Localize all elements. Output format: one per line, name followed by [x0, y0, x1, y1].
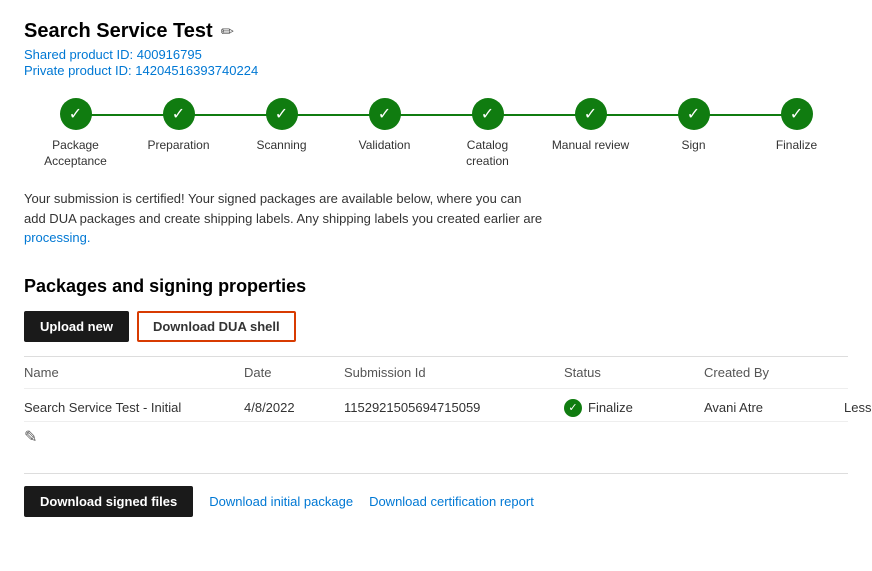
- step-label-0: Package Acceptance: [44, 138, 107, 169]
- row-name: Search Service Test - Initial: [24, 400, 244, 415]
- packages-table: Name Date Submission Id Status Created B…: [24, 356, 848, 457]
- step-label-1: Preparation: [147, 138, 209, 154]
- step-circle-0: ✓: [60, 98, 92, 130]
- step-label-7: Finalize: [776, 138, 817, 154]
- step-circle-2: ✓: [266, 98, 298, 130]
- step-5: ✓ Manual review: [539, 98, 642, 154]
- step-6: ✓ Sign: [642, 98, 745, 154]
- col-submission-id: Submission Id: [344, 365, 564, 380]
- col-status: Status: [564, 365, 704, 380]
- download-signed-button[interactable]: Download signed files: [24, 486, 193, 517]
- step-circle-1: ✓: [163, 98, 195, 130]
- upload-new-button[interactable]: Upload new: [24, 311, 129, 342]
- step-7: ✓ Finalize: [745, 98, 848, 154]
- step-label-5: Manual review: [552, 138, 629, 154]
- step-1: ✓ Preparation: [127, 98, 230, 154]
- step-0: ✓ Package Acceptance: [24, 98, 127, 169]
- page-title: Search Service Test: [24, 20, 213, 43]
- footer-buttons: Download signed files Download initial p…: [24, 473, 848, 517]
- row-date: 4/8/2022: [244, 400, 344, 415]
- download-dua-button[interactable]: Download DUA shell: [137, 311, 296, 342]
- step-3: ✓ Validation: [333, 98, 436, 154]
- step-2: ✓ Scanning: [230, 98, 333, 154]
- notification-text: Your submission is certified! Your signe…: [24, 189, 584, 248]
- step-label-3: Validation: [359, 138, 411, 154]
- section-title: Packages and signing properties: [24, 276, 848, 297]
- col-date: Date: [244, 365, 344, 380]
- download-cert-link[interactable]: Download certification report: [369, 486, 534, 517]
- shared-product-id: Shared product ID: 400916795: [24, 47, 848, 62]
- download-initial-link[interactable]: Download initial package: [209, 486, 353, 517]
- col-name: Name: [24, 365, 244, 380]
- step-circle-5: ✓: [575, 98, 607, 130]
- step-label-4: Catalog creation: [466, 138, 509, 169]
- status-icon: ✓: [564, 399, 582, 417]
- step-label-2: Scanning: [256, 138, 306, 154]
- step-label-6: Sign: [681, 138, 705, 154]
- table-row: Search Service Test - Initial 4/8/2022 1…: [24, 389, 848, 457]
- edit-title-icon[interactable]: ✏: [221, 22, 234, 42]
- col-created-by: Created By: [704, 365, 844, 380]
- private-product-id: Private product ID: 14204516393740224: [24, 63, 848, 78]
- step-circle-7: ✓: [781, 98, 813, 130]
- less-toggle[interactable]: Less ∧: [844, 400, 872, 415]
- step-circle-3: ✓: [369, 98, 401, 130]
- table-header: Name Date Submission Id Status Created B…: [24, 357, 848, 389]
- row-created-by: Avani Atre: [704, 400, 844, 415]
- step-circle-4: ✓: [472, 98, 504, 130]
- step-circle-6: ✓: [678, 98, 710, 130]
- row-status: ✓ Finalize: [564, 399, 704, 417]
- processing-link[interactable]: processing.: [24, 230, 90, 245]
- progress-steps: ✓ Package Acceptance ✓ Preparation ✓ Scanning…: [24, 98, 848, 169]
- step-4: ✓ Catalog creation: [436, 98, 539, 169]
- row-edit-icon[interactable]: ✎: [24, 429, 37, 446]
- row-submission-id: 11529215056947150​59: [344, 400, 564, 415]
